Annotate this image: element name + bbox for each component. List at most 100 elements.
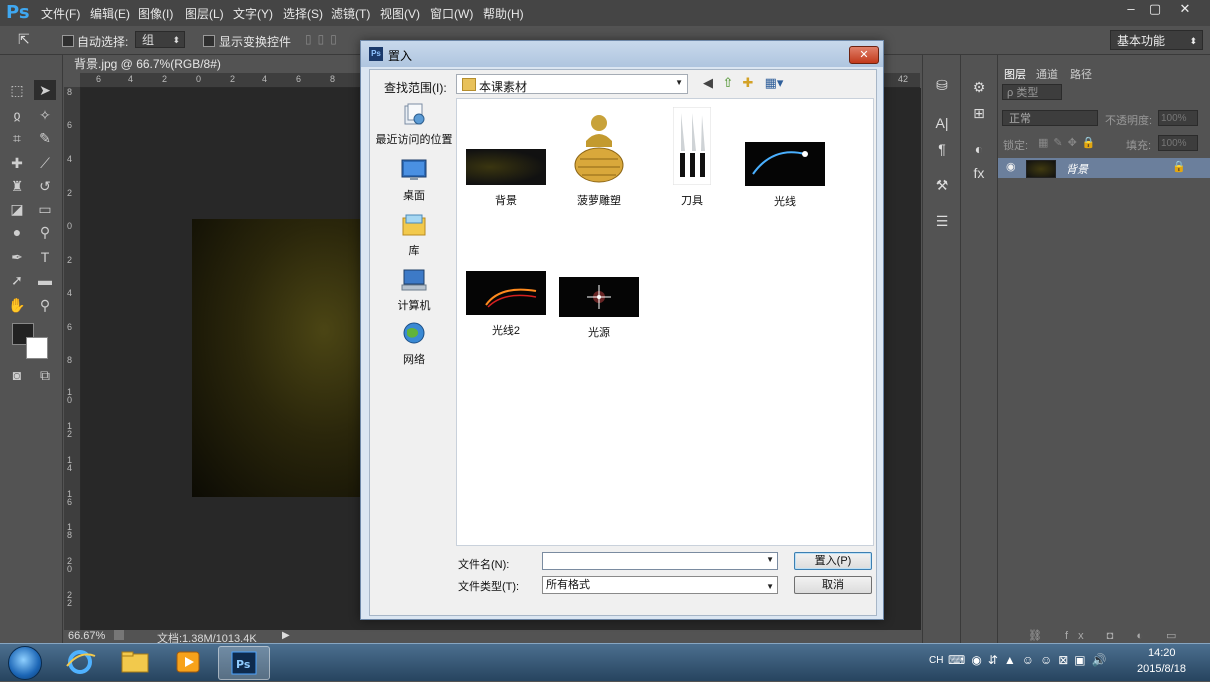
status-info-icon[interactable] [114, 630, 124, 640]
close-window-button[interactable]: ✕ [1172, 0, 1198, 18]
rectangle-tool-icon[interactable]: ▬ [34, 270, 56, 290]
file-list-view[interactable]: 背景 菠萝雕塑 刀具 光线 光线2 光源 [456, 98, 874, 546]
file-item[interactable]: 菠萝雕塑 [556, 107, 642, 208]
tool-presets-icon[interactable]: ⚒ [931, 175, 953, 195]
menu-edit[interactable]: 编辑(E) [90, 5, 130, 22]
brush-tool-icon[interactable]: ⟋ [34, 153, 56, 173]
tray-icons[interactable]: ⌨◉⇵▲☺☺⊠▣🔊 [948, 653, 1113, 667]
menu-help[interactable]: 帮助(H) [483, 5, 524, 22]
chevron-down-icon[interactable]: ▼ [766, 555, 774, 564]
file-item[interactable]: 光源 [556, 277, 642, 340]
new-folder-icon[interactable]: ✚ [740, 75, 756, 91]
path-select-icon[interactable]: ➚ [6, 270, 28, 290]
auto-select-dropdown[interactable]: 组 ⬍ [135, 31, 185, 48]
file-item[interactable]: 光线 [742, 142, 828, 209]
paragraph-panel-icon[interactable]: ¶ [931, 139, 953, 159]
place-button[interactable]: 置入(P) [794, 552, 872, 570]
zoom-level[interactable]: 66.67% [68, 630, 105, 642]
filetype-dropdown[interactable]: 所有格式 ▼ [542, 576, 778, 594]
dialog-titlebar[interactable]: Ps 置入 ✕ [361, 41, 883, 67]
grid-panel-icon[interactable]: ⊞ [968, 103, 990, 123]
eraser-tool-icon[interactable]: ◪ [6, 199, 28, 219]
gradient-tool-icon[interactable]: ▭ [34, 199, 56, 219]
blend-mode-dropdown[interactable]: 正常 [1002, 110, 1098, 126]
menu-image[interactable]: 图像(I) [138, 5, 173, 22]
dialog-title: 置入 [388, 49, 413, 63]
cancel-button[interactable]: 取消 [794, 576, 872, 594]
align-icons[interactable]: ▯▯▯ [305, 32, 343, 46]
styles-panel-icon[interactable]: fx [968, 163, 990, 183]
file-item[interactable]: 背景 [463, 149, 549, 208]
properties-panel-icon[interactable]: ☰ [931, 211, 953, 231]
look-in-dropdown[interactable]: 本课素材 ▼ [456, 74, 688, 94]
view-menu-icon[interactable]: ▦▾ [762, 75, 786, 91]
back-icon[interactable]: ◀ [700, 75, 716, 91]
up-folder-icon[interactable]: ⇧ [720, 75, 736, 91]
taskbar-photoshop[interactable]: Ps [218, 646, 270, 680]
3d-panel-icon[interactable]: ⚙ [968, 77, 990, 97]
lock-icons[interactable]: ▦✎✥🔒 [1038, 136, 1101, 149]
opacity-input[interactable]: 100% [1158, 110, 1198, 126]
menu-type[interactable]: 文字(Y) [233, 5, 273, 22]
place-desktop[interactable]: 桌面 [374, 158, 454, 203]
menu-window[interactable]: 窗口(W) [430, 5, 473, 22]
eyedropper-icon[interactable]: ✎ [34, 128, 56, 148]
screen-mode-icon[interactable]: ⧉ [34, 365, 56, 385]
pen-tool-icon[interactable]: ✒ [6, 247, 28, 267]
start-button[interactable] [8, 646, 42, 680]
ruler-tick: 1 6 [67, 489, 73, 507]
tab-layers[interactable]: 图层 [1004, 66, 1026, 82]
visibility-eye-icon[interactable]: ◉ [1006, 160, 1016, 173]
restore-button[interactable]: ▢ [1142, 0, 1168, 18]
menu-select[interactable]: 选择(S) [283, 5, 323, 22]
character-panel-icon[interactable]: A| [931, 113, 953, 133]
minimize-button[interactable]: – [1118, 0, 1144, 18]
dodge-tool-icon[interactable]: ⚲ [34, 222, 56, 242]
history-panel-icon[interactable]: ⛁ [931, 75, 953, 95]
place-network[interactable]: 网络 [374, 322, 454, 367]
blur-tool-icon[interactable]: ● [6, 222, 28, 242]
zoom-tool-icon[interactable]: ⚲ [34, 295, 56, 315]
place-computer[interactable]: 计算机 [374, 268, 454, 313]
close-icon[interactable]: ✕ [849, 46, 879, 64]
history-brush-icon[interactable]: ↺ [34, 176, 56, 196]
workspace-dropdown[interactable]: 基本功能 ⬍ [1110, 30, 1203, 50]
marquee-tool-icon[interactable]: ⬚ [6, 80, 28, 100]
layer-filter-dropdown[interactable]: ρ 类型 [1002, 84, 1062, 100]
adjustments-panel-icon[interactable]: ◐ [968, 139, 990, 159]
show-transform-checkbox[interactable] [203, 35, 215, 47]
tab-channels[interactable]: 通道 [1036, 66, 1058, 82]
move-tool-icon[interactable]: ⇱ [18, 31, 30, 48]
menu-view[interactable]: 视图(V) [380, 5, 420, 22]
taskbar-ie[interactable] [55, 646, 105, 678]
file-item[interactable]: 光线2 [463, 271, 549, 338]
clock-date[interactable]: 2015/8/18 [1137, 663, 1186, 675]
magic-wand-icon[interactable]: ✧ [34, 105, 56, 125]
menu-layer[interactable]: 图层(L) [185, 5, 224, 22]
hand-tool-icon[interactable]: ✋ [6, 295, 28, 315]
menu-filter[interactable]: 滤镜(T) [331, 5, 370, 22]
healing-brush-icon[interactable]: ✚ [6, 153, 28, 173]
status-arrow-icon[interactable]: ▶ [282, 630, 290, 641]
taskbar-media-player[interactable] [163, 646, 213, 678]
auto-select-checkbox[interactable] [62, 35, 74, 47]
clone-stamp-icon[interactable]: ♜ [6, 176, 28, 196]
layer-row[interactable]: ◉ 背景 🔒 [998, 158, 1210, 178]
place-libraries[interactable]: 库 [374, 213, 454, 258]
clock-time[interactable]: 14:20 [1148, 647, 1176, 659]
filename-input[interactable]: ▼ [542, 552, 778, 570]
taskbar-explorer[interactable] [110, 646, 160, 678]
fill-input[interactable]: 100% [1158, 135, 1198, 151]
language-indicator[interactable]: CH [929, 655, 943, 666]
move-tool-icon[interactable]: ➤ [34, 80, 56, 100]
background-color-swatch[interactable] [26, 337, 48, 359]
crop-tool-icon[interactable]: ⌗ [6, 128, 28, 148]
document-tab[interactable]: 背景.jpg @ 66.7%(RGB/8#) × [66, 55, 222, 89]
quick-mask-icon[interactable]: ◙ [6, 365, 28, 385]
lasso-tool-icon[interactable]: ჲ [6, 105, 28, 125]
place-recent[interactable]: 最近访问的位置 [374, 102, 454, 147]
file-item[interactable]: 刀具 [649, 107, 735, 208]
tab-paths[interactable]: 路径 [1070, 66, 1092, 82]
menu-file[interactable]: 文件(F) [41, 5, 80, 22]
type-tool-icon[interactable]: T [34, 247, 56, 267]
